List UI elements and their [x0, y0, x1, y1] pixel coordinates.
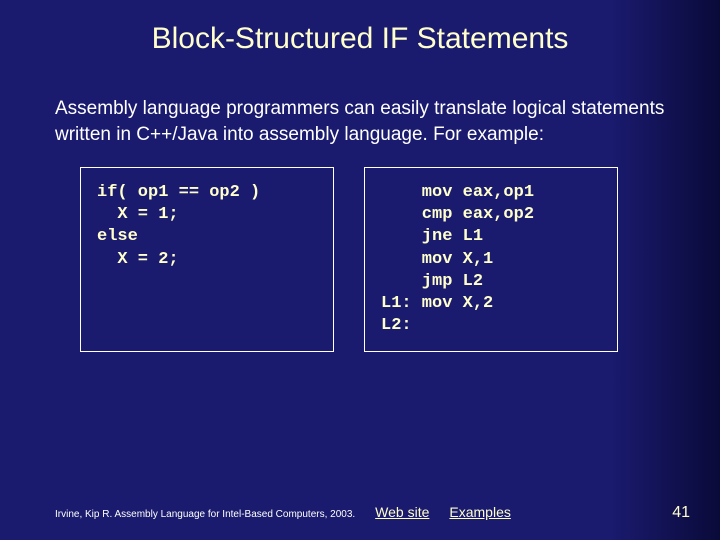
page-number: 41: [672, 504, 690, 522]
code-box-asm: mov eax,op1 cmp eax,op2 jne L1 mov X,1 j…: [364, 167, 618, 352]
footer: Irvine, Kip R. Assembly Language for Int…: [55, 504, 690, 522]
slide-title: Block-Structured IF Statements: [0, 0, 720, 56]
examples-link[interactable]: Examples: [449, 504, 510, 520]
website-link[interactable]: Web site: [375, 504, 429, 520]
code-box-cpp: if( op1 == op2 ) X = 1; else X = 2;: [80, 167, 334, 352]
slide-body-text: Assembly language programmers can easily…: [55, 96, 665, 147]
code-container: if( op1 == op2 ) X = 1; else X = 2; mov …: [80, 167, 665, 352]
citation-text: Irvine, Kip R. Assembly Language for Int…: [55, 509, 355, 520]
